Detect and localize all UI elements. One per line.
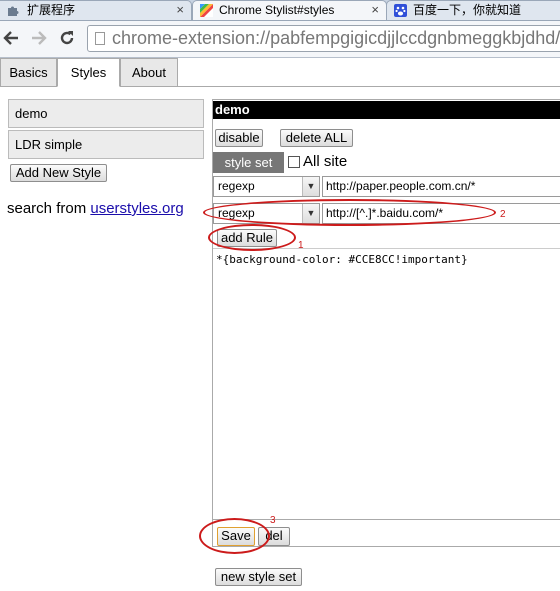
tab-styles[interactable]: Styles: [57, 58, 120, 87]
tab-basics[interactable]: Basics: [0, 58, 57, 87]
forward-button[interactable]: [30, 26, 48, 53]
delete-all-button[interactable]: delete ALL: [280, 129, 353, 147]
annotation-circle-2: [203, 199, 496, 226]
style-title: demo: [213, 101, 560, 119]
add-new-style-button[interactable]: Add New Style: [10, 164, 107, 182]
tab-chrome-stylist[interactable]: Chrome Stylist#styles ×: [192, 0, 387, 20]
back-button[interactable]: [2, 26, 20, 53]
close-icon[interactable]: ×: [176, 1, 184, 19]
annotation-number-2: 2: [500, 209, 506, 220]
style-item-ldr-simple[interactable]: LDR simple: [8, 130, 204, 159]
address-url: chrome-extension://pabfempgigicdjjlccdgn…: [112, 28, 560, 48]
rule-pattern-input[interactable]: http://paper.people.com.cn/*: [322, 176, 560, 197]
search-prefix: search from: [7, 200, 91, 217]
tab-title: 百度一下，你就知道: [413, 3, 522, 17]
annotation-circle-1: [208, 224, 296, 251]
baidu-paw-icon: [394, 4, 407, 17]
chevron-down-icon: ▼: [302, 177, 319, 196]
all-site-label: All site: [303, 153, 348, 170]
reload-button[interactable]: [58, 26, 76, 53]
all-site-checkbox[interactable]: [288, 156, 300, 168]
stylist-icon: [200, 4, 213, 17]
css-code-editor[interactable]: *{background-color: #CCE8CC!important}: [213, 248, 560, 520]
rule-type-value: regexp: [218, 179, 255, 193]
address-bar[interactable]: chrome-extension://pabfempgigicdjjlccdgn…: [87, 25, 560, 52]
close-icon[interactable]: ×: [371, 1, 379, 19]
userstyles-link[interactable]: userstyles.org: [90, 200, 183, 217]
annotation-number-1: 1: [298, 240, 304, 251]
tab-title: 扩展程序: [27, 3, 76, 17]
tab-baidu[interactable]: 百度一下，你就知道: [386, 0, 560, 20]
new-style-set-button[interactable]: new style set: [215, 568, 302, 586]
annotation-circle-3: [199, 518, 270, 554]
tab-title: Chrome Stylist#styles: [219, 3, 335, 17]
page-icon: [95, 32, 105, 45]
rule-type-select[interactable]: regexp ▼: [213, 176, 320, 197]
style-set-tab[interactable]: style set: [213, 152, 284, 173]
tab-about[interactable]: About: [120, 58, 178, 87]
style-item-demo[interactable]: demo: [8, 99, 204, 128]
annotation-number-3: 3: [270, 515, 276, 526]
search-hint: search from userstyles.org: [7, 200, 184, 217]
disable-button[interactable]: disable: [215, 129, 263, 147]
tab-extensions[interactable]: 扩展程序 ×: [0, 0, 192, 20]
puzzle-icon: [7, 4, 20, 17]
